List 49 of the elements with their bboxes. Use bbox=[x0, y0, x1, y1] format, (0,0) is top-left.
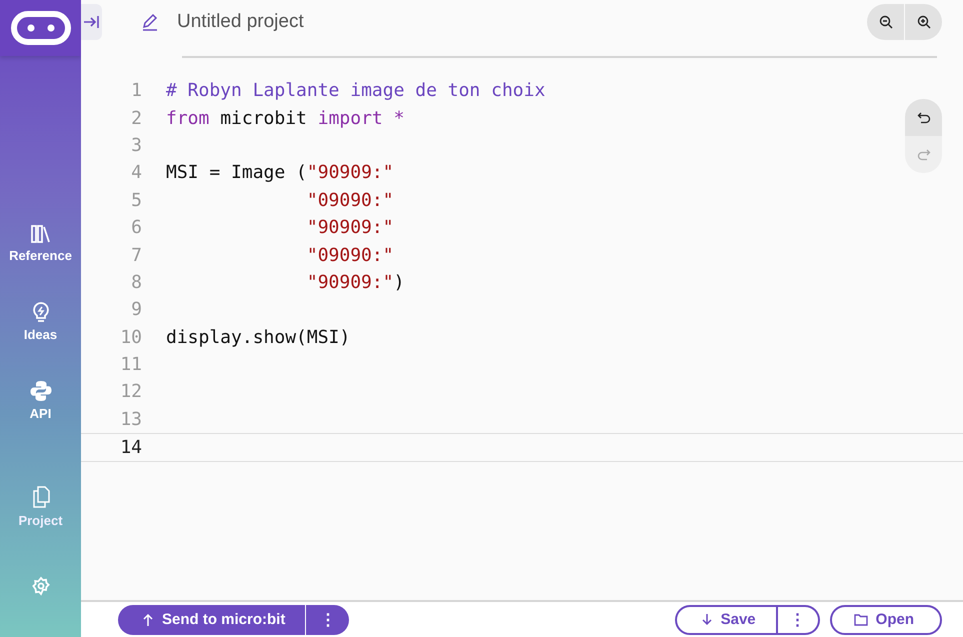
code-line: "09090:" bbox=[306, 190, 394, 211]
line-number: 11 bbox=[119, 354, 142, 376]
files-icon bbox=[30, 485, 50, 509]
arrow-to-bar-icon bbox=[82, 14, 100, 30]
open-button[interactable]: Open bbox=[830, 604, 942, 634]
line-number: 5 bbox=[130, 190, 142, 211]
sidebar-item[interactable]: Ideas bbox=[2, 301, 78, 342]
folder-icon bbox=[854, 614, 868, 626]
line-number: 6 bbox=[130, 217, 142, 238]
code-line: "90909:") bbox=[306, 272, 404, 293]
line-number: 10 bbox=[119, 326, 142, 348]
line-number: 8 bbox=[130, 272, 142, 293]
send-button[interactable]: Send to micro:bit bbox=[118, 604, 306, 634]
code-line: # Robyn Laplante image de ton choix bbox=[166, 80, 546, 102]
collapse-sidebar-button[interactable] bbox=[81, 4, 102, 40]
code-line: from microbit import * bbox=[166, 108, 404, 129]
upload-arrow-icon bbox=[142, 612, 154, 626]
zoom-in-button[interactable] bbox=[905, 4, 942, 40]
edit-icon[interactable] bbox=[141, 13, 159, 31]
line-number: 12 bbox=[119, 381, 142, 402]
line-number: 9 bbox=[130, 299, 142, 320]
zoom-out-button[interactable] bbox=[867, 4, 904, 40]
download-arrow-icon bbox=[700, 612, 713, 626]
sidebar-item[interactable]: Reference bbox=[2, 224, 78, 263]
redo-icon bbox=[916, 148, 930, 162]
code-line: MSI = Image ("90909:" bbox=[166, 162, 394, 184]
zoom-out-icon bbox=[878, 15, 892, 29]
logo-icon[interactable] bbox=[10, 11, 70, 45]
project-name[interactable]: Untitled project bbox=[177, 11, 304, 33]
lightbulb-icon bbox=[30, 301, 50, 323]
code-line: "90909:" bbox=[306, 217, 394, 238]
python-icon bbox=[30, 380, 52, 402]
zoom-in-icon bbox=[916, 15, 930, 29]
code-line: "09090:" bbox=[306, 244, 394, 266]
undo-icon bbox=[916, 110, 930, 124]
line-number: 2 bbox=[130, 108, 142, 129]
books-icon bbox=[30, 224, 52, 244]
save-options-button[interactable]: ⋮ bbox=[778, 604, 820, 634]
line-number: 7 bbox=[130, 244, 142, 266]
line-number: 14 bbox=[119, 437, 142, 458]
code-line: display.show(MSI) bbox=[166, 326, 350, 348]
line-number: 3 bbox=[130, 134, 142, 156]
sidebar-item[interactable]: API bbox=[2, 380, 78, 421]
line-number: 4 bbox=[130, 162, 142, 184]
line-number: 1 bbox=[130, 80, 142, 102]
more-options-button[interactable]: ⋮ bbox=[305, 604, 350, 634]
undo-button[interactable] bbox=[905, 99, 942, 136]
save-button[interactable]: Save bbox=[674, 604, 778, 634]
line-number: 13 bbox=[119, 408, 142, 430]
